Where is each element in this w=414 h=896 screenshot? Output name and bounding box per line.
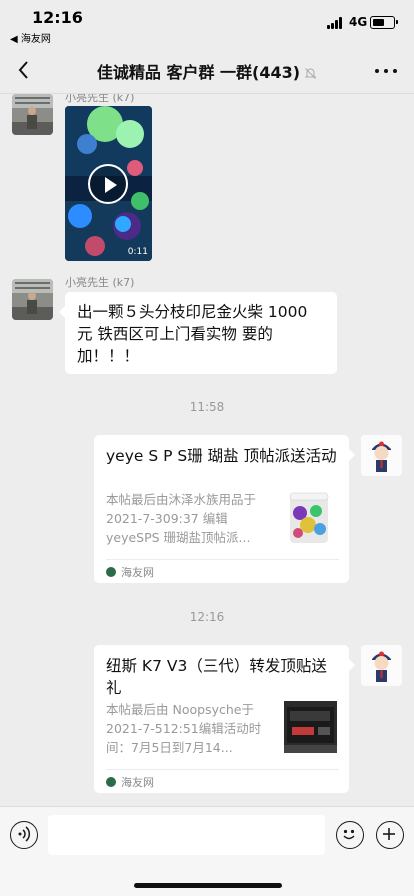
timestamp: 12:16 bbox=[189, 610, 225, 624]
message-text: 出一颗５头分枝印尼金火柴 1000 元 铁西区可上门看实物 要的加！！！ bbox=[77, 303, 308, 365]
card-description: 本帖最后由 Noopsyche于 2021-7-512:51编辑活动时间：7月5… bbox=[106, 702, 262, 755]
card-thumbnail bbox=[284, 701, 337, 753]
sender-name: 小亮先生 (k7) bbox=[65, 94, 135, 104]
network-type: 4G bbox=[349, 15, 368, 29]
play-icon[interactable] bbox=[88, 164, 128, 204]
card-source: 海友网 bbox=[106, 774, 154, 790]
link-card[interactable]: 纽斯 K7 V3（三代）转发顶贴送礼 本帖最后由 Noopsyche于 2021… bbox=[94, 645, 355, 793]
source-logo-icon bbox=[106, 777, 116, 787]
video-duration: 0:11 bbox=[127, 247, 148, 257]
my-avatar[interactable] bbox=[361, 435, 402, 476]
link-card[interactable]: yeye S P S珊 瑚盐 顶帖派送活动 本帖最后由沐泽水族用品于 2021-… bbox=[94, 435, 355, 583]
back-to-app-link[interactable]: ◀ 海友网 bbox=[10, 30, 51, 45]
my-avatar[interactable] bbox=[361, 645, 402, 686]
voice-button[interactable] bbox=[10, 821, 38, 849]
card-source: 海友网 bbox=[106, 564, 154, 580]
source-logo-icon bbox=[106, 567, 116, 577]
more-button[interactable] bbox=[372, 60, 400, 80]
emoji-button[interactable] bbox=[336, 821, 364, 849]
card-title: yeye S P S珊 瑚盐 顶帖派送活动 bbox=[106, 447, 337, 465]
card-source-name: 海友网 bbox=[121, 566, 154, 579]
signal-icon bbox=[327, 17, 345, 29]
voice-icon bbox=[18, 826, 31, 842]
plus-button[interactable] bbox=[376, 821, 404, 849]
sender-avatar[interactable] bbox=[12, 94, 53, 135]
plus-icon bbox=[383, 828, 396, 841]
card-title: 纽斯 K7 V3（三代）转发顶贴送礼 bbox=[106, 657, 327, 697]
card-divider bbox=[106, 769, 339, 770]
sender-avatar[interactable] bbox=[12, 279, 53, 320]
text-message-bubble[interactable]: 出一颗５头分枝印尼金火柴 1000 元 铁西区可上门看实物 要的加！！！ bbox=[59, 292, 337, 374]
card-thumbnail bbox=[286, 489, 332, 545]
chat-title-text: 佳诚精品 客户群 一群(443) bbox=[96, 63, 301, 82]
video-message[interactable]: 0:11 bbox=[65, 106, 152, 261]
nav-bar: 佳诚精品 客户群 一群(443) bbox=[0, 46, 414, 94]
home-indicator bbox=[134, 883, 282, 888]
card-divider bbox=[106, 559, 339, 560]
chat-title: 佳诚精品 客户群 一群(443) bbox=[0, 59, 414, 83]
timestamp: 11:58 bbox=[189, 400, 225, 414]
emoji-icon bbox=[343, 830, 355, 840]
card-source-name: 海友网 bbox=[121, 776, 154, 789]
status-bar: 12:16 ◀ 海友网 4G bbox=[0, 0, 414, 46]
status-time: 12:16 bbox=[32, 8, 83, 27]
card-description: 本帖最后由沐泽水族用品于 2021-7-309:37 编辑 yeyeSPS 珊瑚… bbox=[106, 492, 257, 545]
chat-area[interactable]: 小亮先生 (k7) 0:11 小亮先生 (k7) 出一颗５头分枝印尼金火柴 10… bbox=[0, 94, 414, 806]
sender-name: 小亮先生 (k7) bbox=[65, 276, 135, 289]
battery-icon bbox=[370, 16, 398, 29]
bell-off-icon bbox=[304, 68, 317, 79]
message-input[interactable] bbox=[48, 815, 325, 855]
